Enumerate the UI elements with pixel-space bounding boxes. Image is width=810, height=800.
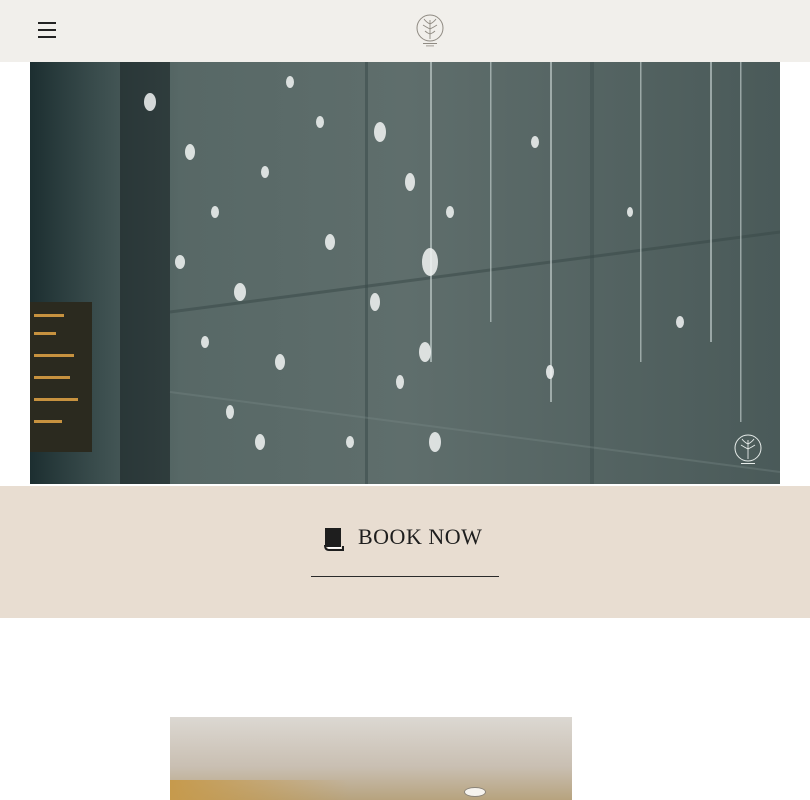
ceiling-light bbox=[464, 787, 486, 797]
gallery-image bbox=[170, 717, 572, 800]
hamburger-menu-icon[interactable] bbox=[38, 22, 56, 38]
watermark-logo-icon bbox=[734, 434, 762, 464]
book-now-button[interactable]: BOOK NOW bbox=[311, 520, 499, 577]
logo[interactable] bbox=[414, 12, 446, 48]
book-now-label: BOOK NOW bbox=[358, 524, 483, 549]
site-header bbox=[0, 0, 810, 62]
wall-light bbox=[170, 780, 350, 800]
rain-window-image bbox=[30, 62, 780, 484]
book-icon bbox=[324, 528, 344, 551]
hero-video[interactable] bbox=[30, 62, 780, 484]
